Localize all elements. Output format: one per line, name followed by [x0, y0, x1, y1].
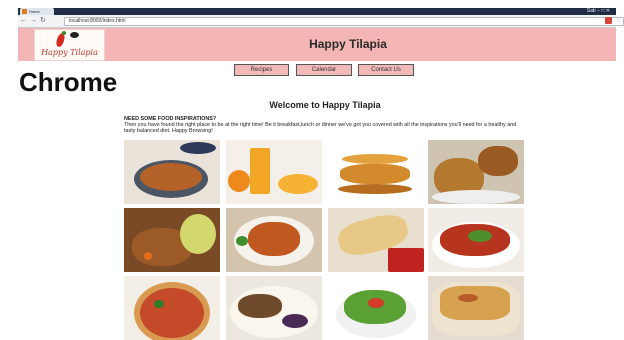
browser-name-label: Chrome	[19, 67, 118, 97]
site-logo[interactable]: Happy Tilapia	[34, 29, 105, 61]
pancake-stack-image[interactable]	[328, 140, 424, 204]
intro-body: Then you have found the right place to b…	[124, 122, 517, 134]
baked-casserole-image[interactable]	[428, 276, 524, 340]
tab-favicon-icon	[22, 9, 27, 14]
browser-tab[interactable]: Home	[20, 8, 54, 15]
bean-stew-bowl-image[interactable]	[124, 140, 220, 204]
back-icon[interactable]: ←	[20, 16, 27, 26]
pizza-image[interactable]	[124, 276, 220, 340]
wrap-sandwich-image[interactable]	[328, 208, 424, 272]
site-header: Happy Tilapia Happy Tilapia	[18, 28, 616, 61]
window-controls[interactable]: Sab − □ ✕	[587, 8, 610, 15]
reload-icon[interactable]: ↻	[40, 16, 46, 26]
address-text: localhost:8000/index.html	[69, 18, 126, 24]
roast-chicken-plate-image[interactable]	[226, 208, 322, 272]
speech-bubble-icon	[70, 32, 79, 38]
logo-text: Happy Tilapia	[41, 48, 98, 57]
fresh-salad-image[interactable]	[328, 276, 424, 340]
chicken-stirfry-image[interactable]	[124, 208, 220, 272]
pepper-stem-icon	[62, 31, 66, 35]
nav-button-recipes[interactable]: Recipes	[234, 64, 289, 76]
meatballs-mash-image[interactable]	[226, 276, 322, 340]
browser-titlebar	[18, 8, 616, 15]
nav-button-calendar[interactable]: Calendar	[296, 64, 352, 76]
orange-juice-image[interactable]	[226, 140, 322, 204]
spicy-chicken-image[interactable]	[428, 208, 524, 272]
welcome-heading: Welcome to Happy Tilapia	[269, 100, 381, 110]
nav-button-contact[interactable]: Contact Us	[358, 64, 414, 76]
site-title: Happy Tilapia	[309, 37, 387, 51]
forward-icon[interactable]: →	[30, 16, 37, 26]
intro-text: NEED SOME FOOD INSPIRATIONS? Then you ha…	[124, 116, 528, 134]
browser-toolbar: ← → ↻ localhost:8000/index.html ☆	[18, 15, 624, 28]
bookmark-star-icon[interactable]: ☆	[617, 18, 621, 25]
tab-title: Home	[29, 9, 40, 14]
fried-chicken-image[interactable]	[428, 140, 524, 204]
extension-icon[interactable]	[605, 17, 612, 24]
address-bar[interactable]: localhost:8000/index.html ☆	[64, 17, 624, 26]
